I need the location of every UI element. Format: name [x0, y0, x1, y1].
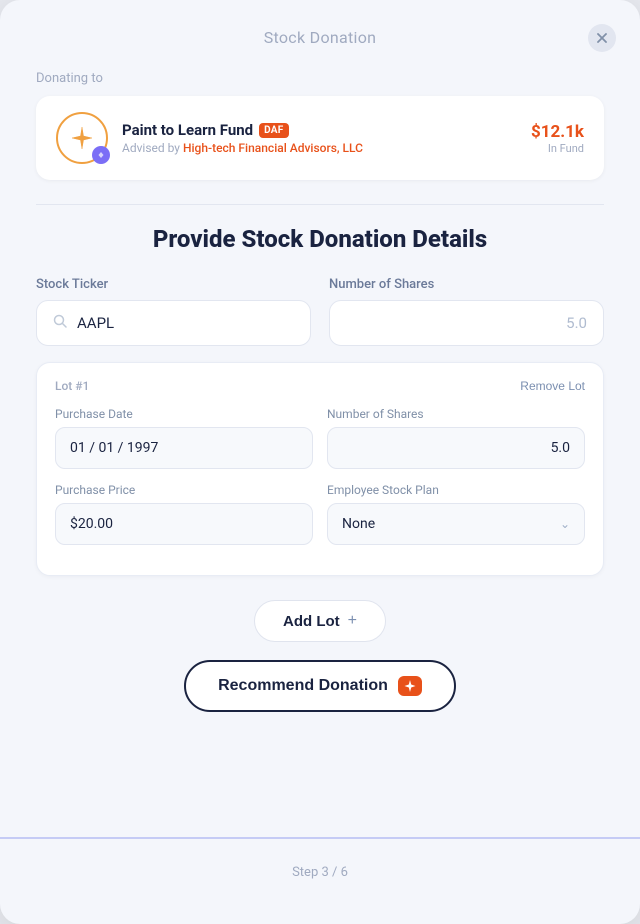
stock-ticker-input[interactable]: AAPL [36, 300, 311, 346]
form-section: Provide Stock Donation Details Stock Tic… [0, 217, 640, 592]
shares-top-group: Number of Shares 5.0 [329, 277, 604, 346]
shares-top-label: Number of Shares [329, 277, 604, 292]
fund-advisor-link[interactable]: High-tech Financial Advisors, LLC [183, 141, 363, 155]
purchase-price-label: Purchase Price [55, 483, 313, 497]
stock-plan-field: Employee Stock Plan None ⌄ [327, 483, 585, 545]
divider [36, 204, 604, 205]
chevron-down-icon: ⌄ [560, 517, 570, 531]
fund-amount: $12.1k In Fund [531, 122, 584, 155]
stock-ticker-group: Stock Ticker AAPL [36, 277, 311, 346]
stock-plan-label: Employee Stock Plan [327, 483, 585, 497]
remove-lot-button[interactable]: Remove Lot [520, 379, 585, 393]
lot-shares-field: Number of Shares 5.0 [327, 407, 585, 469]
add-lot-section: Add Lot + [0, 600, 640, 642]
modal-title: Stock Donation [264, 28, 377, 47]
lot-price-plan-row: Purchase Price $20.00 Employee Stock Pla… [55, 483, 585, 545]
shares-top-value: 5.0 [566, 314, 587, 332]
add-lot-label: Add Lot [283, 613, 340, 630]
purchase-price-input[interactable]: $20.00 [55, 503, 313, 545]
top-fields-row: Stock Ticker AAPL Number of Shares 5.0 [36, 277, 604, 346]
stock-ticker-label: Stock Ticker [36, 277, 311, 292]
plus-icon: + [348, 612, 357, 630]
donating-to-label: Donating to [36, 71, 604, 86]
modal: Stock Donation Donating to [0, 0, 640, 924]
stock-plan-value: None [342, 516, 375, 532]
recommend-section: Recommend Donation [0, 660, 640, 712]
modal-header: Stock Donation [0, 0, 640, 63]
fund-icon [56, 112, 108, 164]
spark-icon [68, 124, 96, 152]
fund-advisor: Advised by High-tech Financial Advisors,… [122, 141, 363, 155]
lot-card: Lot #1 Remove Lot Purchase Date 01 / 01 … [36, 362, 604, 576]
lot-shares-label: Number of Shares [327, 407, 585, 421]
step-text: Step 3 / 6 [0, 855, 640, 884]
recommend-donation-button[interactable]: Recommend Donation [184, 660, 456, 712]
fund-name-row: Paint to Learn Fund DAF [122, 121, 363, 139]
purchase-price-field: Purchase Price $20.00 [55, 483, 313, 545]
fund-info: Paint to Learn Fund DAF Advised by High-… [122, 121, 363, 155]
gem-icon [96, 150, 106, 160]
lot-shares-input[interactable]: 5.0 [327, 427, 585, 469]
add-lot-button[interactable]: Add Lot + [254, 600, 386, 642]
lot-card-header: Lot #1 Remove Lot [55, 379, 585, 393]
fund-amount-label: In Fund [531, 142, 584, 155]
form-title: Provide Stock Donation Details [36, 225, 604, 253]
fund-card-left: Paint to Learn Fund DAF Advised by High-… [56, 112, 363, 164]
stock-plan-select[interactable]: None ⌄ [327, 503, 585, 545]
shares-top-input[interactable]: 5.0 [329, 300, 604, 346]
fund-card: Paint to Learn Fund DAF Advised by High-… [36, 96, 604, 180]
search-icon [53, 314, 67, 332]
lot-number: Lot #1 [55, 379, 89, 393]
fund-tag: DAF [259, 123, 289, 138]
purchase-date-field: Purchase Date 01 / 01 / 1997 [55, 407, 313, 469]
fund-badge [92, 146, 110, 164]
step-section: Step 3 / 6 [0, 837, 640, 884]
lot-date-shares-row: Purchase Date 01 / 01 / 1997 Number of S… [55, 407, 585, 469]
recommend-icon [398, 676, 422, 696]
donating-to-section: Donating to Pa [0, 63, 640, 192]
close-button[interactable] [588, 24, 616, 52]
fund-name: Paint to Learn Fund [122, 121, 253, 139]
purchase-date-input[interactable]: 01 / 01 / 1997 [55, 427, 313, 469]
stock-ticker-value: AAPL [77, 314, 114, 332]
recommend-label: Recommend Donation [218, 677, 388, 695]
fund-amount-value: $12.1k [531, 122, 584, 142]
purchase-date-label: Purchase Date [55, 407, 313, 421]
